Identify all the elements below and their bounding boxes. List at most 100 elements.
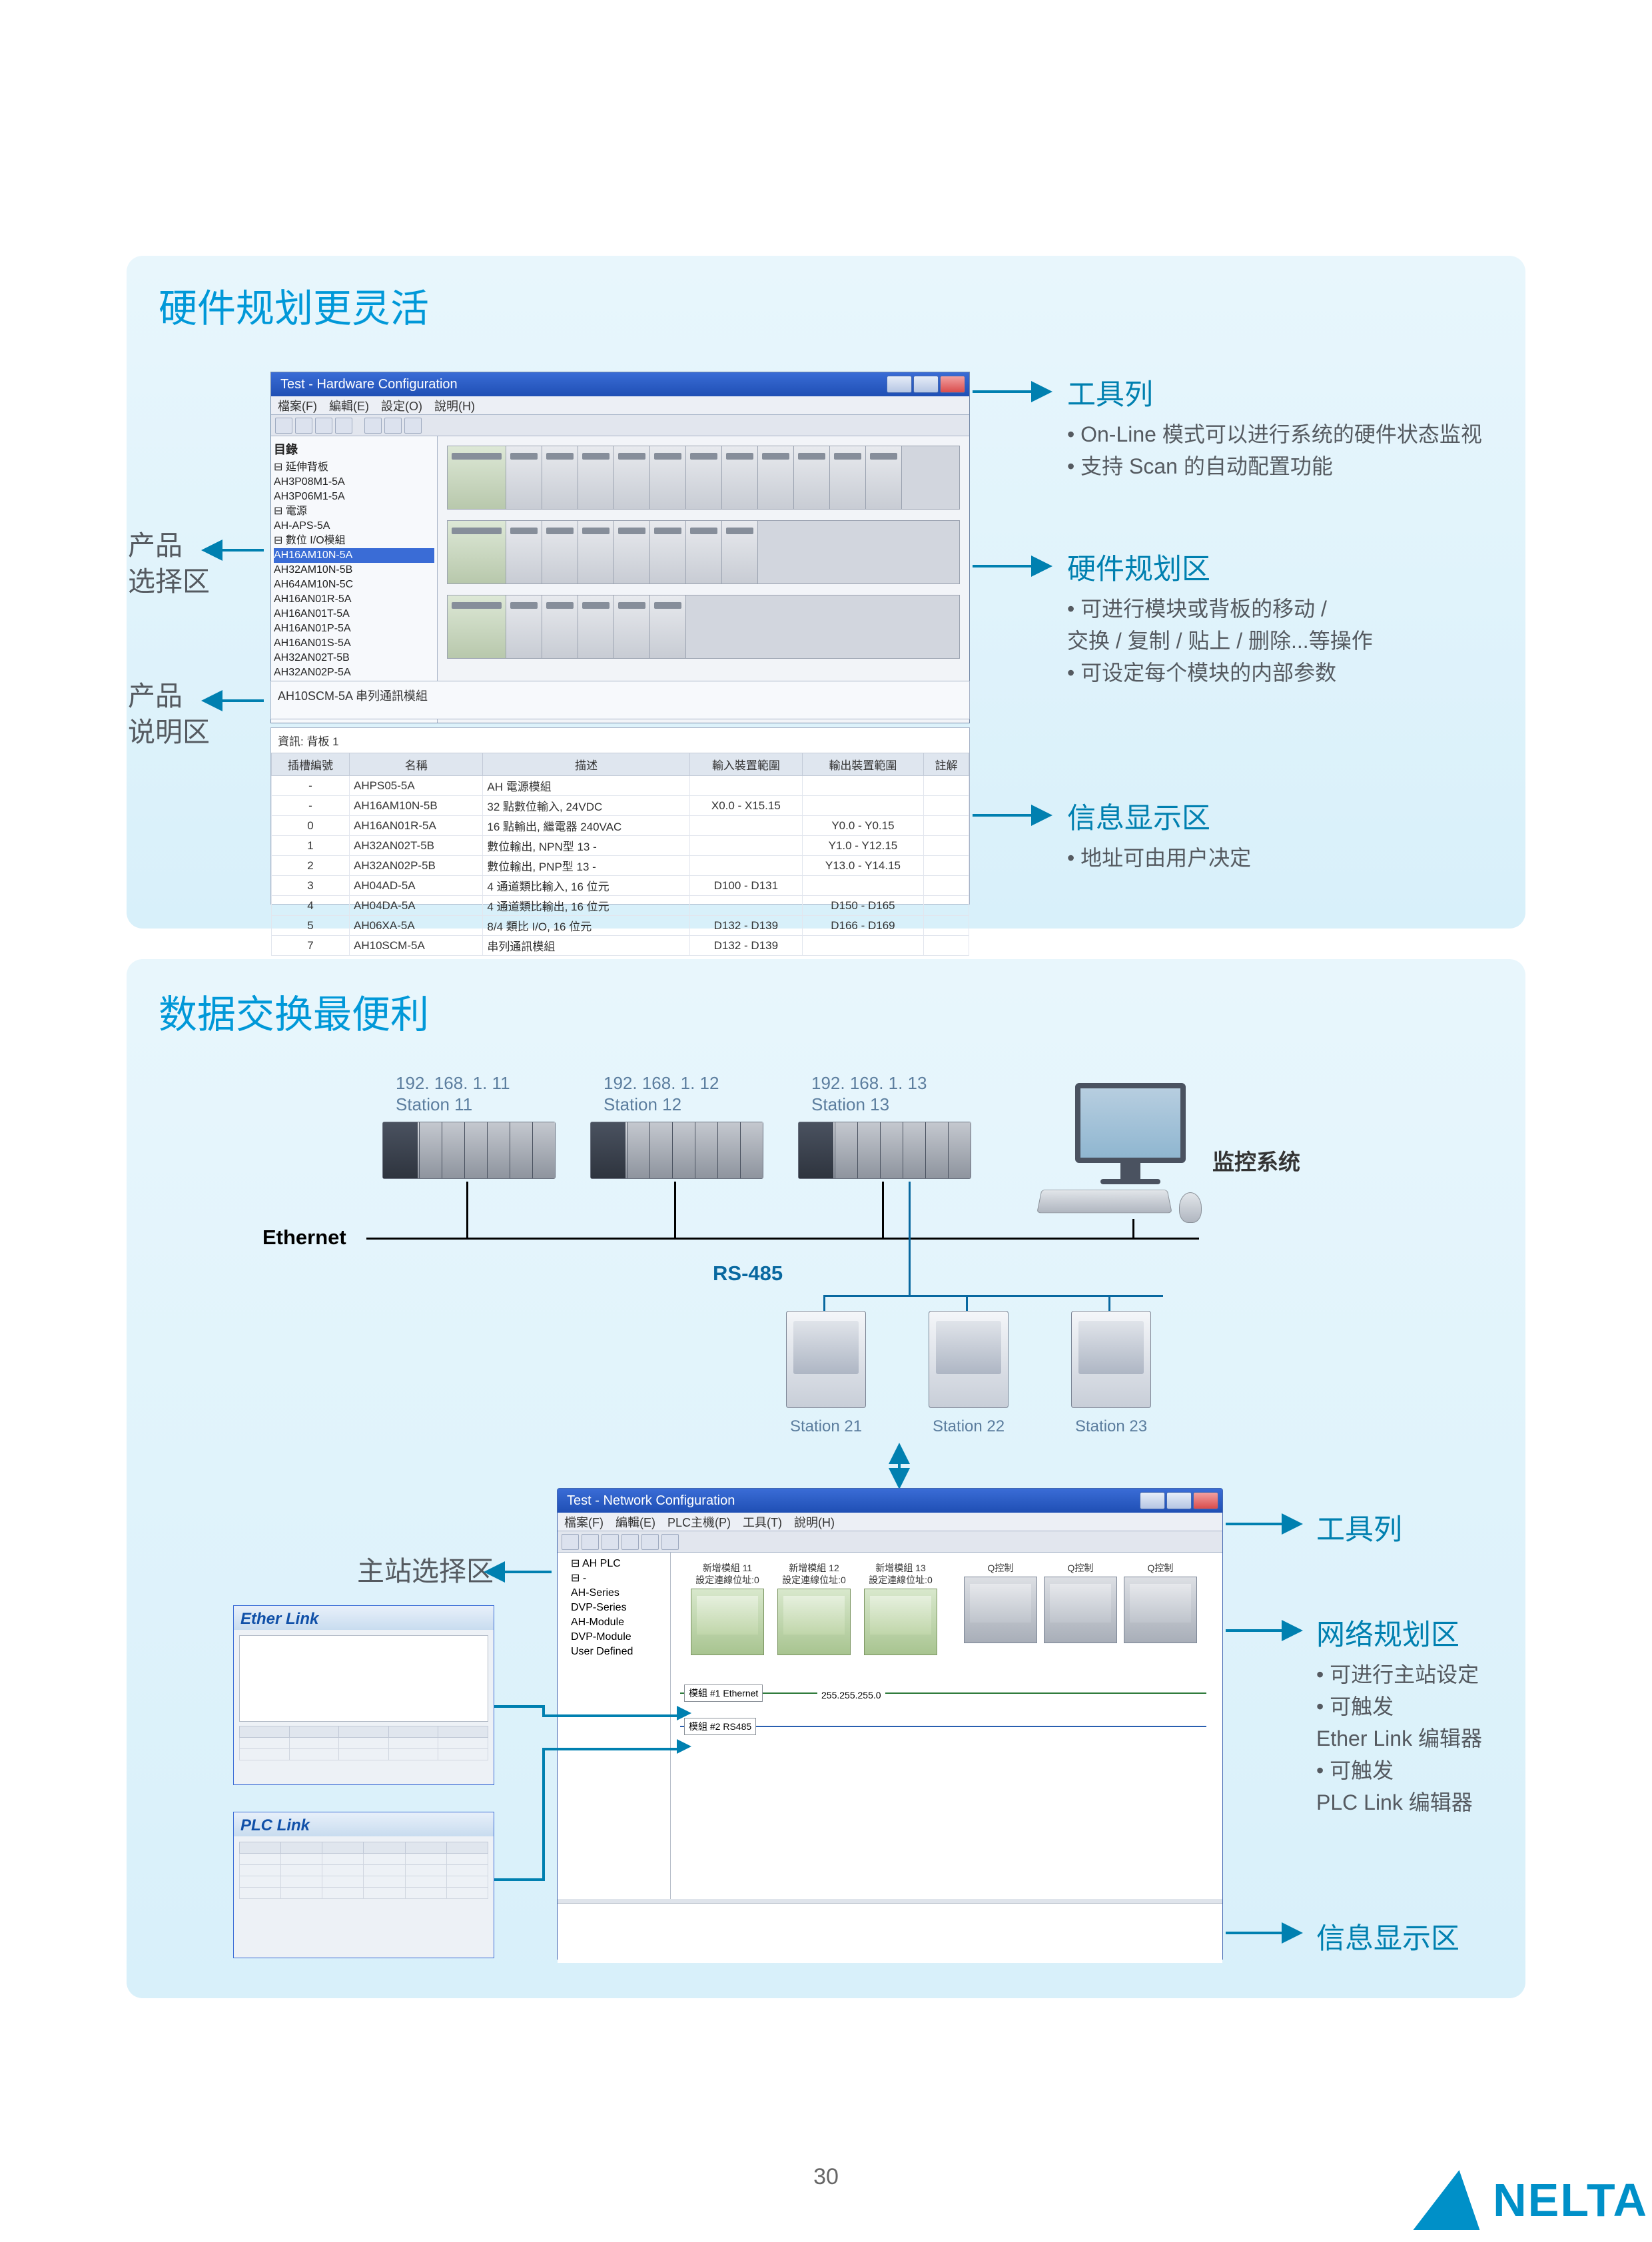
slot[interactable] (578, 446, 614, 509)
table-row[interactable]: -AHPS05-5AAH 電源模組 (272, 776, 969, 796)
tree-item[interactable]: AH-APS-5A (274, 519, 434, 534)
tree-item[interactable]: AH32AN02T-5B (274, 651, 434, 665)
table-row[interactable]: 0AH16AN01R-5A16 點輸出, 繼電器 240VACY0.0 - Y0… (272, 816, 969, 836)
table-row[interactable]: 3AH04AD-5A4 通道類比輸入, 16 位元D100 - D131 (272, 876, 969, 896)
menubar[interactable]: 檔案(F) 編輯(E) PLC主機(P) 工具(T) 說明(H) (558, 1513, 1222, 1531)
minimize-button[interactable] (1140, 1492, 1165, 1509)
slot[interactable] (686, 446, 722, 509)
toolbar-button[interactable] (602, 1534, 619, 1550)
toolbar-button[interactable] (315, 418, 332, 434)
tree-item[interactable]: AH-Series (562, 1586, 666, 1601)
menu-item[interactable]: 檔案(F) (278, 397, 317, 414)
toolbar-button[interactable] (384, 418, 402, 434)
slot[interactable] (578, 521, 614, 583)
table-row[interactable]: 1AH32AN02T-5B數位輸出, NPN型 13 -Y1.0 - Y12.1… (272, 836, 969, 856)
tree-item[interactable]: AH16AN01T-5A (274, 607, 434, 621)
toolbar-button[interactable] (404, 418, 422, 434)
slot[interactable] (578, 595, 614, 658)
slot-cpu[interactable] (448, 595, 506, 658)
menu-item[interactable]: 說明(H) (434, 397, 475, 414)
toolbar-button[interactable] (641, 1534, 659, 1550)
table-row[interactable]: 5AH06XA-5A8/4 類比 I/O, 16 位元D132 - D139D1… (272, 916, 969, 936)
menu-item[interactable]: 編輯(E) (329, 397, 369, 414)
menu-item[interactable]: 工具(T) (743, 1513, 782, 1531)
maximize-button[interactable] (1166, 1492, 1192, 1509)
tree-item[interactable]: ⊟ 數位 I/O模組 (274, 534, 434, 548)
tree-item[interactable]: AH32AM10N-5B (274, 563, 434, 577)
menu-item[interactable]: 設定(O) (381, 397, 422, 414)
rack[interactable] (447, 520, 960, 584)
tree-item[interactable]: AH3P06M1-5A (274, 490, 434, 504)
slot-cpu[interactable] (448, 446, 506, 509)
tree-item[interactable]: ⊟ 延伸背板 (274, 460, 434, 475)
menu-item[interactable]: 檔案(F) (564, 1513, 604, 1531)
table-row[interactable]: 2AH32AN02P-5B數位輸出, PNP型 13 -Y13.0 - Y14.… (272, 856, 969, 876)
slot[interactable] (794, 446, 830, 509)
tree-item[interactable]: AH16AM10N-5A (274, 548, 434, 563)
minimize-button[interactable] (887, 376, 912, 393)
slot[interactable] (614, 446, 650, 509)
slot[interactable] (650, 521, 686, 583)
slot[interactable] (722, 521, 758, 583)
slot[interactable] (866, 446, 902, 509)
network-node[interactable]: Q控制 (1044, 1562, 1117, 1643)
menu-item[interactable]: 編輯(E) (616, 1513, 655, 1531)
close-button[interactable] (940, 376, 965, 393)
slot[interactable] (758, 446, 794, 509)
tree-item[interactable]: AH3P08M1-5A (274, 475, 434, 490)
toolbar-button[interactable] (364, 418, 382, 434)
toolbar-button[interactable] (335, 418, 352, 434)
slot[interactable] (650, 446, 686, 509)
menubar[interactable]: 檔案(F) 編輯(E) 設定(O) 說明(H) (271, 396, 969, 415)
slot[interactable] (506, 446, 542, 509)
maximize-button[interactable] (913, 376, 939, 393)
slot[interactable] (650, 595, 686, 658)
menu-item[interactable]: 說明(H) (794, 1513, 835, 1531)
network-node[interactable]: 新增模組 12設定連線位址:0 (777, 1562, 851, 1655)
slot[interactable] (506, 521, 542, 583)
tree-item[interactable]: DVP-Series (562, 1601, 666, 1615)
slot[interactable] (722, 446, 758, 509)
table-row[interactable]: -AH16AM10N-5B32 點數位輸入, 24VDCX0.0 - X15.1… (272, 796, 969, 816)
rack[interactable] (447, 595, 960, 659)
close-button[interactable] (1193, 1492, 1218, 1509)
toolbar-button[interactable] (275, 418, 292, 434)
slot[interactable] (542, 446, 578, 509)
master-tree[interactable]: ⊟ AH PLC ⊟ - AH-Series DVP-Series AH-Mod… (558, 1553, 671, 1899)
network-node[interactable]: Q控制 (1124, 1562, 1197, 1643)
slot[interactable] (506, 595, 542, 658)
toolbar-button[interactable] (562, 1534, 579, 1550)
toolbar-button[interactable] (582, 1534, 599, 1550)
toolbar-button[interactable] (621, 1534, 639, 1550)
tree-item[interactable]: User Defined (562, 1645, 666, 1659)
network-node[interactable]: Q控制 (964, 1562, 1037, 1643)
hardware-canvas[interactable] (438, 436, 969, 723)
product-tree[interactable]: 目錄 ⊟ 延伸背板 AH3P08M1-5A AH3P06M1-5A⊟ 電源 AH… (271, 436, 438, 723)
slot[interactable] (542, 521, 578, 583)
rack[interactable] (447, 446, 960, 510)
slot-cpu[interactable] (448, 521, 506, 583)
network-node[interactable]: 新增模組 11設定連線位址:0 (691, 1562, 764, 1655)
table-row[interactable]: 4AH04DA-5A4 通道類比輸出, 16 位元D150 - D165 (272, 896, 969, 916)
tree-item[interactable]: AH64AM10N-5C (274, 577, 434, 592)
tree-item[interactable]: AH-Module (562, 1615, 666, 1630)
slot[interactable] (686, 521, 722, 583)
menu-item[interactable]: PLC主機(P) (667, 1513, 731, 1531)
tree-item[interactable]: AH16AN01S-5A (274, 636, 434, 651)
network-canvas[interactable]: 新增模組 11設定連線位址:0新增模組 12設定連線位址:0新增模組 13設定連… (671, 1553, 1222, 1899)
table-row[interactable]: 7AH10SCM-5A串列通訊模組D132 - D139 (272, 936, 969, 956)
toolbar-button[interactable] (661, 1534, 679, 1550)
network-node[interactable]: 新增模組 13設定連線位址:0 (864, 1562, 937, 1655)
tree-item[interactable]: AH32AN02P-5A (274, 665, 434, 680)
tree-item[interactable]: AH16AN01R-5A (274, 592, 434, 607)
tree-item[interactable]: ⊟ AH PLC (562, 1557, 666, 1571)
slot[interactable] (830, 446, 866, 509)
tree-item[interactable]: DVP-Module (562, 1630, 666, 1645)
tree-item[interactable]: ⊟ - (562, 1571, 666, 1586)
slot[interactable] (614, 521, 650, 583)
tree-item[interactable]: AH16AN01P-5A (274, 621, 434, 636)
tree-item[interactable]: ⊟ 電源 (274, 504, 434, 519)
toolbar-button[interactable] (295, 418, 312, 434)
slot[interactable] (542, 595, 578, 658)
slot[interactable] (614, 595, 650, 658)
